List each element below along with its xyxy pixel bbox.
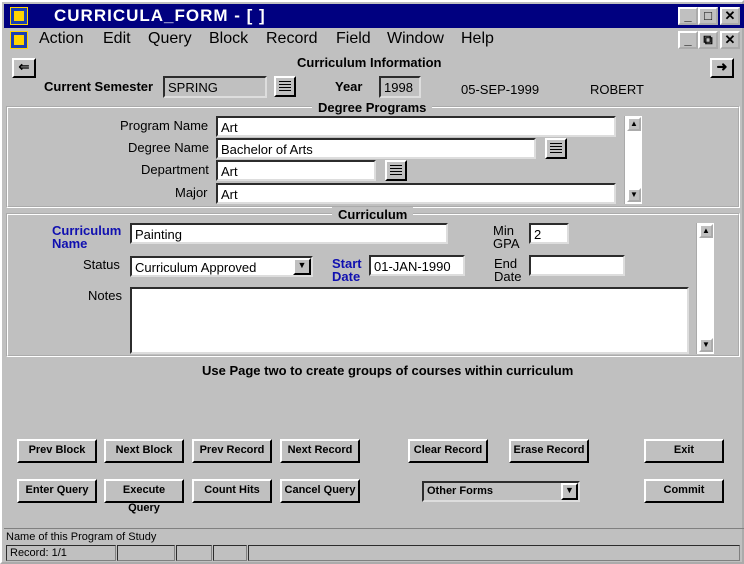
enter-query-button[interactable]: Enter Query [17,479,97,503]
title-bar: CURRICULA_FORM - [ ] _ □ ✕ [4,4,744,28]
degree-scrollbar[interactable]: ▲ ▼ [624,116,642,204]
menu-record[interactable]: Record [266,30,318,48]
start-date-label-line2: Date [332,269,361,284]
degree-name-label: Degree Name [128,140,209,155]
status-divider [4,528,744,529]
child-window-icon[interactable] [10,31,28,49]
header-title: Curriculum Information [297,55,442,70]
status-value: Curriculum Approved [135,260,257,275]
end-date-field[interactable] [529,255,625,276]
next-arrow-button[interactable]: ➜ [710,58,734,78]
prev-block-button[interactable]: Prev Block [17,439,97,463]
other-forms-value: Other Forms [427,485,494,497]
min-gpa-label-line2: GPA [493,236,520,251]
hint-text: Use Page two to create groups of courses… [202,363,574,378]
end-date-label-line2: Date [494,269,522,284]
close-button[interactable]: ✕ [720,7,740,25]
status-cell-4 [213,545,247,561]
menu-block[interactable]: Block [209,30,248,48]
curriculum-name-label-line2: Name [52,236,88,251]
application-window: CURRICULA_FORM - [ ] _ □ ✕ Action Edit Q… [0,0,744,564]
program-name-label: Program Name [120,118,209,133]
next-block-button[interactable]: Next Block [104,439,184,463]
child-minimize-button[interactable]: _ [678,31,698,49]
menu-field[interactable]: Field [336,30,371,48]
minimize-button[interactable]: _ [678,7,698,25]
start-date-label: Start Date [332,257,362,283]
status-message: Name of this Program of Study [6,531,157,543]
menu-help[interactable]: Help [461,30,494,48]
major-label: Major [175,185,208,200]
header-section: ⇐ Curriculum Information ➜ Current Semes… [6,52,740,102]
maximize-button[interactable]: □ [698,7,718,25]
exit-button[interactable]: Exit [644,439,724,463]
notes-label: Notes [88,288,122,303]
semester-label: Current Semester [44,79,154,94]
status-dropdown[interactable]: Curriculum Approved [130,256,313,277]
curriculum-name-field[interactable]: Painting [130,223,448,244]
major-field[interactable]: Art [216,183,616,204]
semester-list-icon[interactable] [274,76,296,97]
status-cell-2 [117,545,175,561]
curriculum-title: Curriculum [332,207,414,222]
erase-record-button[interactable]: Erase Record [509,439,589,463]
min-gpa-label: Min GPA [493,224,520,250]
degree-list-icon[interactable] [545,138,567,159]
child-close-button[interactable]: ✕ [720,31,740,49]
curriculum-scroll-down-icon[interactable]: ▼ [699,338,713,352]
curriculum-scrollbar[interactable]: ▲ ▼ [696,223,714,354]
degree-programs-title: Degree Programs [312,100,433,115]
app-icon[interactable] [10,7,28,25]
degree-name-field[interactable]: Bachelor of Arts [216,138,536,159]
status-cell-3 [176,545,212,561]
department-label: Department [141,162,209,177]
cancel-query-button[interactable]: Cancel Query [280,479,360,503]
scroll-down-icon[interactable]: ▼ [627,188,641,202]
department-list-icon[interactable] [385,160,407,181]
prev-record-button[interactable]: Prev Record [192,439,272,463]
department-field[interactable]: Art [216,160,376,181]
menu-bar: Action Edit Query Block Record Field Win… [4,28,744,52]
execute-query-button[interactable]: Execute Query [104,479,184,514]
prev-arrow-button[interactable]: ⇐ [12,58,36,78]
clear-record-button[interactable]: Clear Record [408,439,488,463]
start-date-field[interactable]: 01-JAN-1990 [369,255,465,276]
program-name-field[interactable]: Art [216,116,616,137]
status-label: Status [83,257,120,272]
end-date-label: End Date [494,257,521,283]
min-gpa-field[interactable]: 2 [529,223,569,244]
window-title: CURRICULA_FORM - [ ] [54,6,266,25]
other-forms-dropdown[interactable]: Other Forms [422,481,580,502]
notes-field[interactable] [130,287,689,354]
curriculum-scroll-up-icon[interactable]: ▲ [699,224,713,238]
current-user: ROBERT [590,82,644,97]
other-forms-arrow-icon[interactable]: ▼ [561,483,578,500]
menu-edit[interactable]: Edit [103,30,131,48]
year-label: Year [335,79,363,94]
semester-field[interactable]: SPRING [163,76,267,98]
record-indicator: Record: 1/1 [6,545,116,561]
count-hits-button[interactable]: Count Hits [192,479,272,503]
menu-query[interactable]: Query [148,30,192,48]
scroll-up-icon[interactable]: ▲ [627,117,641,131]
next-record-button[interactable]: Next Record [280,439,360,463]
commit-button[interactable]: Commit [644,479,724,503]
year-field[interactable]: 1998 [379,76,421,98]
menu-action[interactable]: Action [39,30,83,48]
child-restore-button[interactable]: ⧉ [698,31,718,49]
curriculum-name-label: Curriculum Name [52,224,121,250]
status-cell-5 [248,545,740,561]
menu-window[interactable]: Window [387,30,444,48]
current-date: 05-SEP-1999 [461,82,540,97]
status-dropdown-arrow-icon[interactable]: ▼ [293,258,311,275]
